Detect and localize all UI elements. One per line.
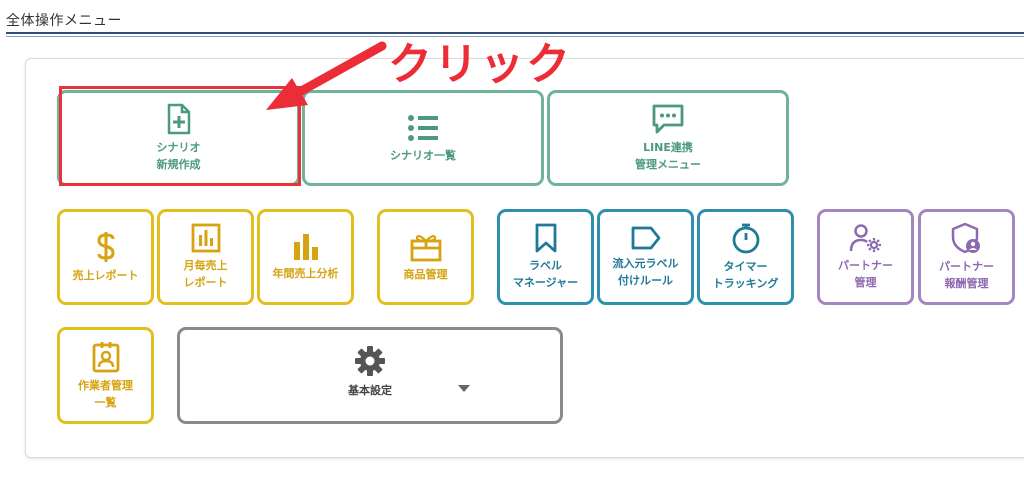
click-annotation-text: クリック xyxy=(388,39,572,90)
